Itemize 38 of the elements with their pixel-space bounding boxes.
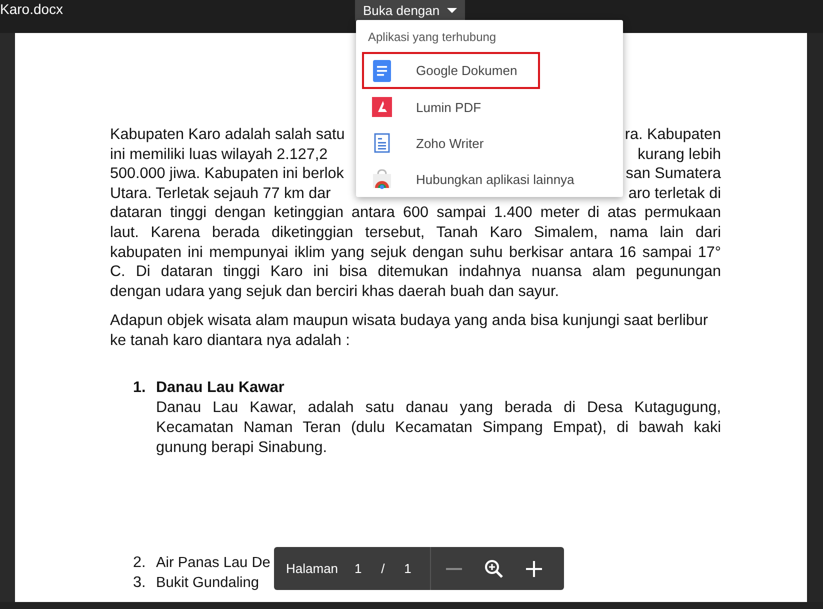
text-line: kabupaten ini mempunyai iklim yang sejuk dengan suhu berkisar antara 16 sampai 17°: [110, 242, 721, 262]
zoom-in-icon[interactable]: [526, 560, 542, 576]
list-item-title: Danau Lau Kawar: [156, 378, 286, 398]
list-item-text: Bukit Gundaling: [156, 574, 260, 594]
text-fragment: 500.000 jiwa. Kabupaten ini berlok: [110, 164, 344, 184]
paragraph: Adapun objek wisata alam maupun wisata budaya yang anda bisa kunjungi saat berlibur ke tanah karo diantara nya adalah :: [110, 311, 708, 352]
open-with-button[interactable]: Buka dengan: [355, 0, 465, 21]
text-fragment: kurang lebih: [638, 144, 721, 164]
file-name: Karo.docx: [0, 0, 64, 17]
document-icon: [371, 60, 393, 82]
text-line: C. Di dataran tinggi Karo ini bisa ditemukan indahnya nuansa alam pegunungan: [110, 262, 721, 282]
list-number: 3.: [132, 573, 147, 594]
text-fragment: Kabupaten Karo adalah salah satu: [110, 125, 345, 145]
text-fragment: ra. Kabupaten: [624, 125, 721, 145]
total-pages: 1: [403, 561, 412, 576]
text-line: dataran tinggi dengan ketinggian antara 600 sampai 1.400 meter di atas permukaan: [110, 203, 721, 223]
text-fragment: san Sumatera: [626, 164, 721, 184]
page-label: Halaman: [286, 561, 340, 576]
list-number: 1.: [132, 378, 147, 398]
lumin-icon: [371, 97, 393, 117]
page-separator: /: [380, 561, 386, 576]
list-number: 2.: [132, 553, 147, 574]
text-line: laut. Karena berada diketinggian tersebut, Tanah Karo Simalem, nama lain dari: [110, 222, 721, 243]
menu-item[interactable]: Zoho Writer: [362, 125, 617, 161]
list-item-text: Air Panas Lau De: [156, 554, 270, 574]
menu-heading: Aplikasi yang terhubung: [367, 29, 498, 46]
list-item-text: Danau Lau Kawar, adalah satu danau yang berada di Desa Kutagugung, Kecamatan Naman Teran (dulu Kecamatan Simpang Empat), di bawah kaki gunung berapi Sinabung.: [156, 398, 721, 458]
store-bag-icon: [371, 169, 393, 189]
menu-item[interactable]: Hubungkan aplikasi lainnya: [362, 161, 617, 197]
current-page: 1: [353, 561, 363, 576]
menu-item[interactable]: Google Dokumen: [362, 52, 540, 89]
text-fragment: Utara. Terletak sejauh 77 km dar: [110, 184, 331, 204]
menu-item[interactable]: Lumin PDF: [362, 89, 617, 125]
caret-icon: [446, 8, 457, 14]
text-line: dengan udara yang sejuk dan berciri khas daerah buah dan sayur.: [110, 282, 560, 302]
text-fragment: aro terletak di: [628, 184, 721, 204]
zoom-icon[interactable]: [484, 558, 504, 578]
text-fragment: ini memiliki luas wilayah 2.127,2: [110, 144, 328, 164]
